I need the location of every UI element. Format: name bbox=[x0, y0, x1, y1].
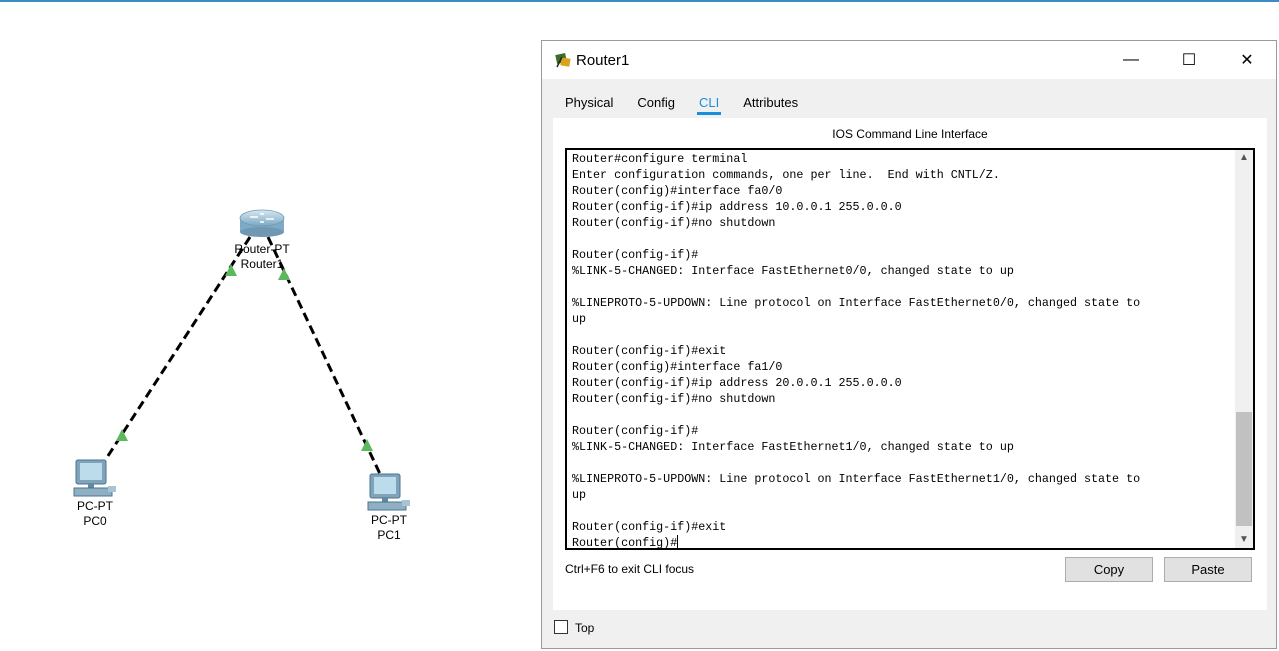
close-button[interactable]: ✕ bbox=[1218, 41, 1276, 79]
panel-title: IOS Command Line Interface bbox=[832, 127, 988, 141]
text-cursor bbox=[677, 535, 679, 548]
router-label[interactable]: Router-PT Router1 bbox=[222, 242, 302, 272]
minimize-icon: — bbox=[1123, 51, 1139, 68]
device-name-label: Router1 bbox=[240, 257, 284, 271]
router-icon[interactable] bbox=[238, 208, 286, 238]
tab-cli[interactable]: CLI bbox=[687, 90, 731, 116]
copy-button[interactable]: Copy bbox=[1065, 557, 1153, 582]
packet-tracer-icon bbox=[555, 53, 571, 68]
cli-output[interactable]: Router#configure terminal Enter configur… bbox=[572, 151, 1232, 548]
device-name-label: PC1 bbox=[377, 528, 401, 542]
pc0-label[interactable]: PC-PT PC0 bbox=[55, 499, 135, 529]
maximize-button[interactable]: ☐ bbox=[1160, 41, 1218, 79]
tab-attributes[interactable]: Attributes bbox=[731, 90, 810, 116]
tab-config[interactable]: Config bbox=[625, 90, 687, 116]
device-type-label: Router-PT bbox=[234, 242, 290, 256]
close-icon: ✕ bbox=[1240, 52, 1254, 69]
topology-links bbox=[102, 236, 383, 477]
router-window: Router1 — ☐ ✕ Physical Config CLI Attrib… bbox=[541, 40, 1277, 649]
tab-bar: Physical Config CLI Attributes bbox=[553, 90, 810, 116]
cli-scrollbar[interactable]: ▲ ▼ bbox=[1235, 150, 1253, 548]
scroll-up-icon[interactable]: ▲ bbox=[1235, 150, 1253, 166]
cli-panel: IOS Command Line Interface Router#config… bbox=[553, 118, 1267, 610]
pc-icon[interactable] bbox=[366, 472, 412, 514]
link-status-up-icon bbox=[116, 429, 128, 441]
window-title: Router1 bbox=[576, 52, 630, 69]
device-type-label: PC-PT bbox=[77, 499, 113, 513]
paste-button[interactable]: Paste bbox=[1164, 557, 1252, 582]
top-checkbox-label: Top bbox=[575, 621, 595, 635]
window-titlebar[interactable]: Router1 — ☐ ✕ bbox=[542, 41, 1276, 79]
scrollbar-thumb[interactable] bbox=[1236, 412, 1252, 526]
cli-focus-hint: Ctrl+F6 to exit CLI focus bbox=[565, 562, 695, 576]
tab-physical[interactable]: Physical bbox=[553, 90, 625, 116]
cli-terminal[interactable]: Router#configure terminal Enter configur… bbox=[565, 148, 1255, 550]
maximize-icon: ☐ bbox=[1181, 52, 1197, 69]
pc-icon[interactable] bbox=[72, 458, 118, 500]
device-type-label: PC-PT bbox=[371, 513, 407, 527]
minimize-button[interactable]: — bbox=[1102, 41, 1160, 79]
device-name-label: PC0 bbox=[83, 514, 107, 528]
pc1-label[interactable]: PC-PT PC1 bbox=[349, 513, 429, 543]
topology-canvas[interactable]: Router-PT Router1 PC-PT PC0 PC-PT PC1 bbox=[0, 2, 540, 651]
scroll-down-icon[interactable]: ▼ bbox=[1235, 532, 1253, 548]
top-checkbox[interactable] bbox=[554, 620, 568, 634]
